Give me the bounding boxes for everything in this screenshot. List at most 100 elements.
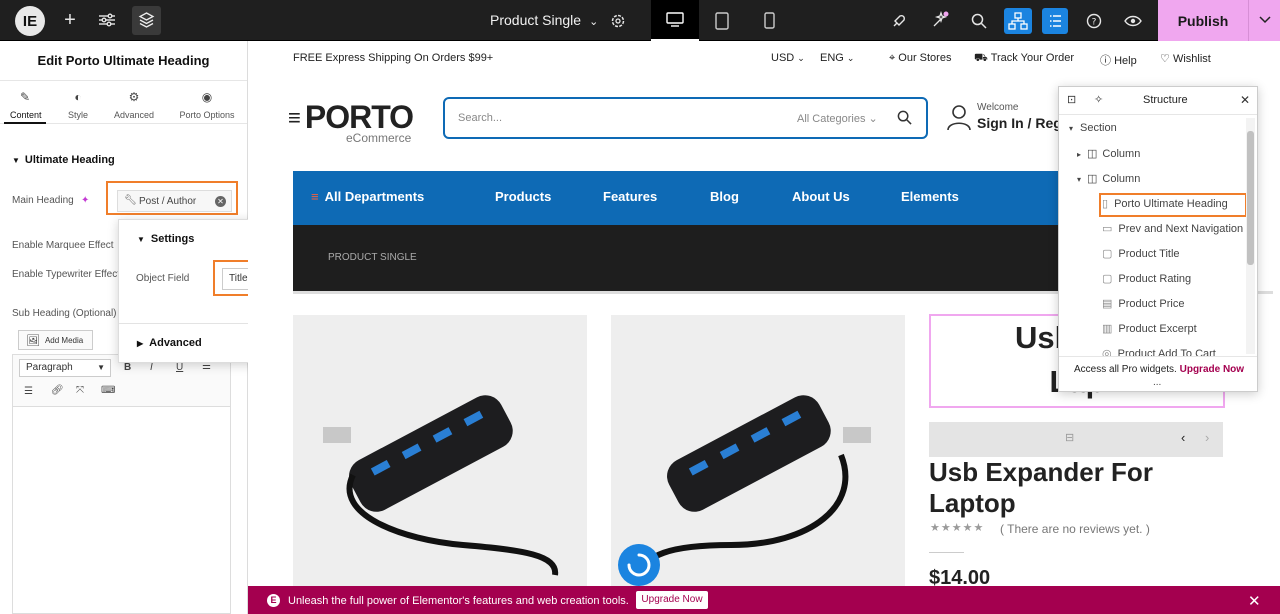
add-media-button[interactable]: 🖼︎ Add Media bbox=[18, 330, 93, 350]
page-settings-icon[interactable] bbox=[609, 12, 627, 30]
advanced-section-toggle[interactable]: ▶ Advanced bbox=[137, 337, 202, 349]
site-search-bar[interactable]: Search... All Categories ⌄ bbox=[443, 97, 928, 139]
structure-item-product-title[interactable]: ▢ Product Title bbox=[1102, 247, 1180, 260]
prev-arrow-icon[interactable]: ‹ bbox=[1181, 430, 1185, 445]
underline-button[interactable]: U bbox=[176, 362, 183, 373]
tab-style[interactable]: ◐ Style bbox=[63, 90, 93, 120]
structure-item-prev-next-navigation[interactable]: ▭ Prev and Next Navigation bbox=[1102, 222, 1243, 235]
site-settings-icon[interactable] bbox=[98, 11, 116, 29]
chevron-down-icon: ⌄ bbox=[797, 53, 805, 63]
mobile-view-button[interactable] bbox=[745, 0, 793, 41]
tablet-view-button[interactable] bbox=[698, 0, 746, 41]
language-switcher[interactable]: ENG ⌄ bbox=[820, 52, 854, 64]
nav-blog[interactable]: Blog bbox=[710, 189, 739, 204]
nav-features[interactable]: Features bbox=[603, 189, 657, 204]
upgrade-now-link[interactable]: Upgrade Now bbox=[1180, 364, 1244, 375]
settings-section-toggle[interactable]: ▼ Settings bbox=[137, 233, 194, 245]
caret-down-icon: ▾ bbox=[1077, 175, 1082, 184]
column-icon: ◫ bbox=[1087, 148, 1098, 160]
list-icon bbox=[1050, 15, 1061, 27]
divider bbox=[929, 552, 964, 553]
track-order-link[interactable]: ⛟ Track Your Order bbox=[974, 52, 1074, 66]
nav-elements[interactable]: Elements bbox=[901, 189, 959, 204]
add-element-icon[interactable]: + bbox=[61, 9, 79, 31]
structure-item-section[interactable]: ▾ Section bbox=[1069, 122, 1117, 134]
help-icon[interactable]: ? bbox=[1085, 12, 1103, 30]
bold-button[interactable]: B bbox=[124, 362, 131, 373]
pro-widgets-text: Access all Pro widgets. bbox=[1074, 364, 1177, 375]
ai-notifications-icon[interactable] bbox=[930, 11, 950, 29]
tab-content[interactable]: ✎ Content bbox=[4, 90, 46, 124]
next-arrow-icon[interactable]: › bbox=[1205, 430, 1209, 445]
upgrade-now-button[interactable]: Upgrade Now bbox=[636, 591, 708, 609]
more-options-icon[interactable]: ... bbox=[1153, 377, 1161, 388]
menu-icon: ≡ bbox=[311, 189, 319, 204]
nav-products[interactable]: Products bbox=[495, 189, 551, 204]
columns-icon: ⊟ bbox=[1065, 432, 1075, 444]
rocket-icon[interactable] bbox=[890, 12, 908, 30]
publish-button[interactable]: Publish bbox=[1158, 0, 1248, 41]
ai-sparkle-icon[interactable]: ✧ bbox=[1094, 93, 1103, 106]
our-stores-link[interactable]: ⌖ Our Stores bbox=[889, 52, 951, 65]
structure-item-product-excerpt[interactable]: ▥ Product Excerpt bbox=[1102, 322, 1197, 335]
structure-item-column[interactable]: ▾ ◫ Column bbox=[1077, 172, 1140, 185]
sign-in-link[interactable]: Sign In / Reg bbox=[977, 115, 1062, 131]
rating-stars-icon: ★★★★★ bbox=[930, 522, 985, 534]
reviews-link[interactable]: ( There are no reviews yet. ) bbox=[1000, 522, 1150, 536]
document-title[interactable]: Product Single ⌄ bbox=[490, 12, 598, 28]
currency-switcher[interactable]: USD ⌄ bbox=[771, 52, 805, 64]
wrench-icon[interactable]: 🔧︎ bbox=[124, 195, 137, 206]
wishlist-link[interactable]: ♡ Wishlist bbox=[1160, 52, 1211, 65]
preview-eye-icon[interactable] bbox=[1123, 12, 1143, 30]
collapse-all-icon[interactable]: ⊡ bbox=[1067, 93, 1076, 106]
link-icon[interactable]: 🔗︎ bbox=[51, 385, 64, 396]
main-heading-label: Main Heading bbox=[12, 195, 74, 206]
chevron-down-icon bbox=[1259, 16, 1271, 24]
close-icon[interactable]: ✕ bbox=[1248, 592, 1261, 610]
dynamic-tag-field[interactable]: 🔧︎ Post / Author ✕ bbox=[117, 190, 232, 212]
all-departments-menu[interactable]: ≡ All Departments bbox=[311, 189, 424, 204]
remove-tag-icon[interactable]: ✕ bbox=[215, 196, 226, 207]
nav-about-us[interactable]: About Us bbox=[792, 189, 850, 204]
structure-item-porto-ultimate-heading[interactable]: ▯ Porto Ultimate Heading bbox=[1102, 197, 1228, 210]
user-icon[interactable] bbox=[946, 103, 972, 136]
layers-button[interactable] bbox=[132, 6, 161, 35]
navigator-button[interactable] bbox=[1042, 8, 1068, 34]
search-icon[interactable] bbox=[897, 110, 912, 128]
tab-porto-options[interactable]: ◉ Porto Options bbox=[178, 90, 236, 120]
italic-button[interactable]: I bbox=[150, 362, 153, 373]
typewriter-label: Enable Typewriter Effect bbox=[12, 269, 121, 280]
chevron-down-icon: ⌄ bbox=[868, 113, 878, 125]
structure-item-column[interactable]: ▸ ◫ Column bbox=[1077, 147, 1140, 160]
publish-options-button[interactable] bbox=[1248, 0, 1280, 41]
site-logo[interactable]: ≡ PORTO eCommerce bbox=[288, 99, 414, 145]
product-title: Usb Expander For Laptop bbox=[929, 457, 1153, 518]
structure-item-product-price[interactable]: ▤ Product Price bbox=[1102, 297, 1184, 310]
fullscreen-icon[interactable]: ⤧ bbox=[76, 385, 84, 396]
text-editor[interactable]: Paragraph ▼ B I U ☰ ☰ 🔗︎ ⤧ ⌨ bbox=[12, 354, 231, 614]
tab-advanced[interactable]: ⚙ Advanced bbox=[112, 90, 156, 120]
welcome-text: Welcome bbox=[977, 102, 1019, 113]
search-input[interactable]: Search... bbox=[458, 112, 502, 124]
chevron-down-icon: ⌄ bbox=[846, 53, 855, 63]
help-link[interactable]: ⓘ Help bbox=[1100, 52, 1137, 68]
section-toggle-ultimate-heading[interactable]: ▼ Ultimate Heading bbox=[12, 154, 115, 166]
toolbar-toggle-icon[interactable]: ⌨ bbox=[101, 385, 115, 396]
structure-item-product-rating[interactable]: ▢ Product Rating bbox=[1102, 272, 1191, 285]
elementor-logo-button[interactable]: IE bbox=[15, 6, 45, 36]
close-icon[interactable]: ✕ bbox=[1240, 93, 1250, 107]
category-select[interactable]: All Categories ⌄ bbox=[797, 112, 878, 125]
numbered-list-icon[interactable]: ☰ bbox=[24, 386, 33, 397]
desktop-view-button[interactable] bbox=[651, 0, 699, 41]
page-header-bar: PRODUCT SINGLE bbox=[293, 225, 1063, 291]
structure-button[interactable] bbox=[1004, 8, 1032, 34]
format-select[interactable]: Paragraph ▼ bbox=[19, 359, 111, 377]
structure-scrollbar-thumb[interactable] bbox=[1247, 131, 1254, 265]
dynamic-tags-icon[interactable]: ✦ bbox=[81, 195, 89, 206]
search-icon[interactable] bbox=[970, 12, 988, 30]
panel-tabs: ✎ Content ◐ Style ⚙ Advanced ◉ Porto Options bbox=[0, 82, 247, 124]
dynamic-tag-value[interactable]: Post / Author bbox=[139, 196, 196, 207]
structure-item-product-add-to-cart[interactable]: ◎ Product Add To Cart bbox=[1102, 347, 1216, 356]
product-image[interactable] bbox=[293, 315, 587, 614]
column-icon: ◫ bbox=[1087, 173, 1098, 185]
